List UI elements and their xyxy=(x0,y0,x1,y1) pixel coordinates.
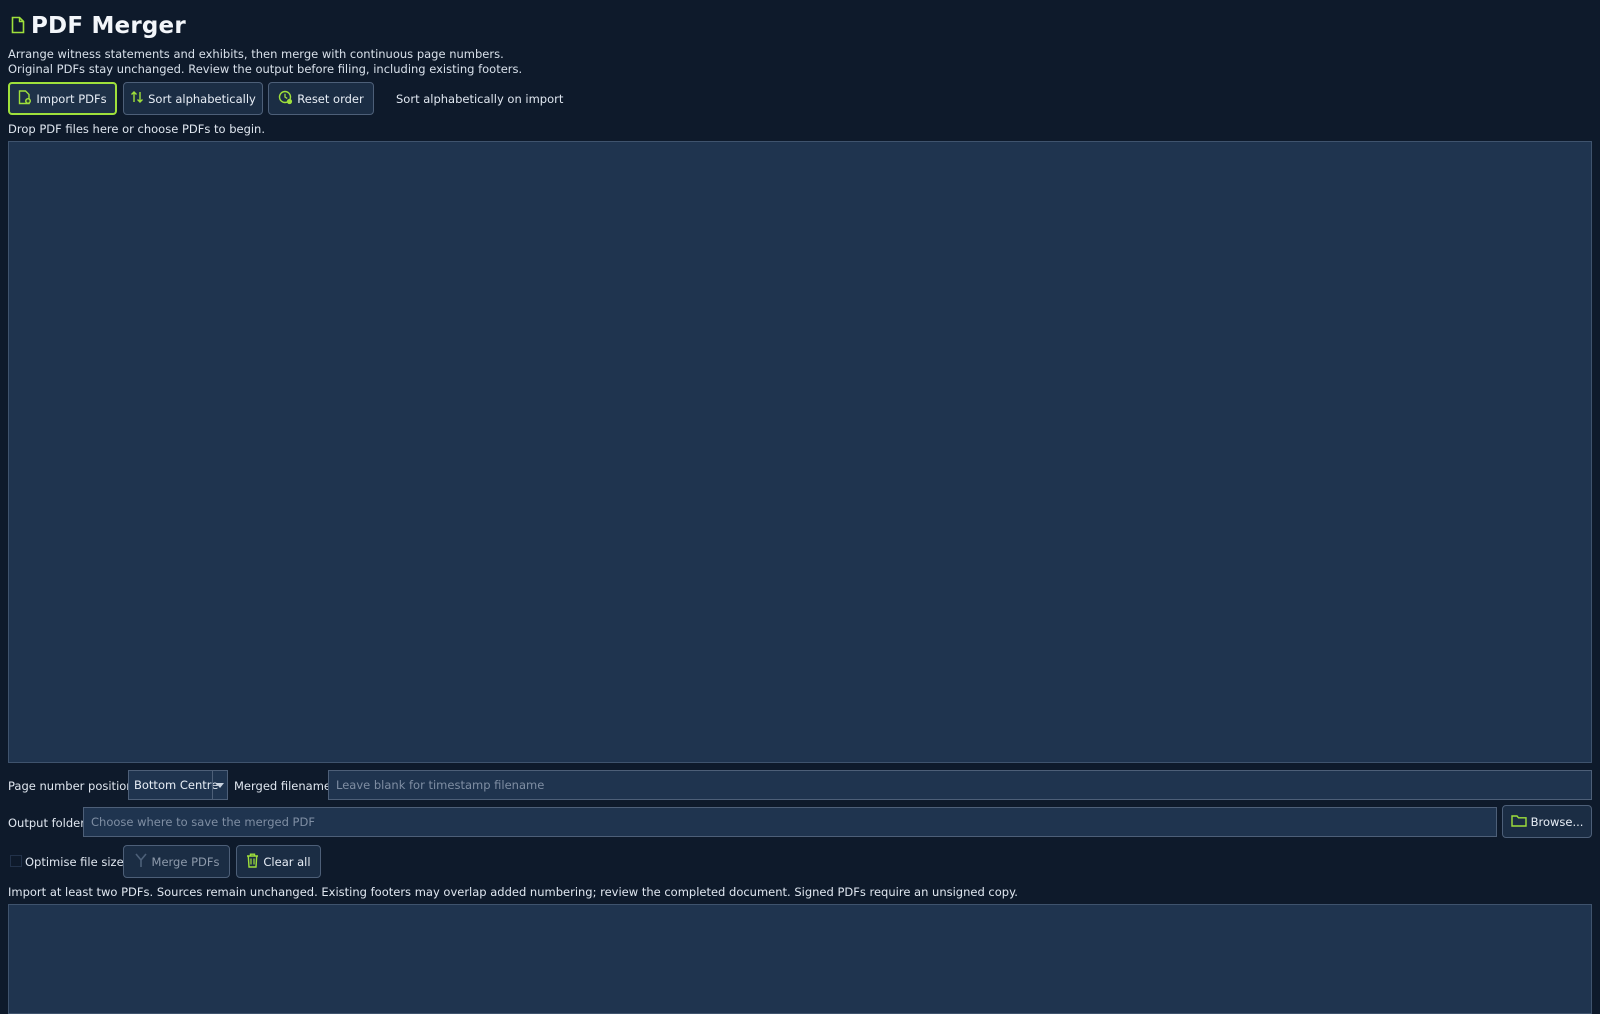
merge-pdfs-button[interactable]: Merge PDFs xyxy=(123,845,230,878)
log-output-area[interactable] xyxy=(8,904,1592,1014)
app-header: PDF Merger xyxy=(11,10,186,42)
subtitle-line-2: Original PDFs stay unchanged. Review the… xyxy=(8,62,523,76)
sort-on-import-toggle[interactable]: Sort alphabetically on import xyxy=(396,92,563,106)
folder-icon xyxy=(1510,814,1527,830)
merge-icon xyxy=(134,852,148,871)
status-message: Import at least two PDFs. Sources remain… xyxy=(8,885,1018,899)
optimise-file-size-label[interactable]: Optimise file size xyxy=(25,855,124,869)
pdf-drop-zone[interactable] xyxy=(8,141,1592,763)
file-plus-icon xyxy=(18,89,32,108)
merged-filename-input[interactable] xyxy=(328,770,1592,800)
merge-pdfs-label: Merge PDFs xyxy=(151,854,220,869)
reset-order-button[interactable]: Reset order xyxy=(268,82,374,115)
page-number-position-select[interactable]: Bottom Centre xyxy=(128,770,228,800)
chevron-down-icon[interactable] xyxy=(212,771,227,799)
clear-all-label: Clear all xyxy=(263,854,311,869)
browse-button[interactable]: Browse... xyxy=(1502,805,1592,838)
sort-arrows-icon xyxy=(130,90,144,107)
reset-order-label: Reset order xyxy=(297,91,364,106)
import-pdfs-label: Import PDFs xyxy=(36,91,107,106)
page-number-position-label: Page number position xyxy=(8,779,134,793)
merged-filename-label: Merged filename xyxy=(234,779,331,793)
page-number-position-value: Bottom Centre xyxy=(134,778,219,792)
browse-label: Browse... xyxy=(1530,814,1584,829)
file-icon xyxy=(11,16,31,37)
subtitle-line-1: Arrange witness statements and exhibits,… xyxy=(8,47,504,61)
clock-reset-icon xyxy=(278,90,293,108)
sort-alphabetically-label: Sort alphabetically xyxy=(148,91,256,106)
drop-hint: Drop PDF files here or choose PDFs to be… xyxy=(8,122,266,136)
trash-icon xyxy=(246,853,259,871)
import-pdfs-button[interactable]: Import PDFs xyxy=(8,82,117,115)
output-folder-input[interactable] xyxy=(83,807,1497,837)
page-title: PDF Merger xyxy=(31,13,186,39)
output-folder-label: Output folder xyxy=(8,816,85,830)
sort-alphabetically-button[interactable]: Sort alphabetically xyxy=(123,82,263,115)
clear-all-button[interactable]: Clear all xyxy=(236,845,321,878)
optimise-file-size-checkbox[interactable] xyxy=(10,855,22,867)
